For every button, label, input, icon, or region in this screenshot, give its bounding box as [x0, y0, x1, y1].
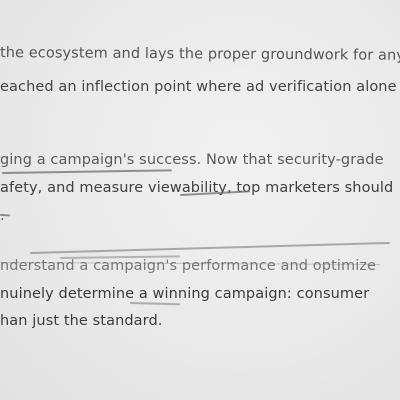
- text-line: nderstand a campaign's performance and o…: [0, 258, 377, 274]
- document-page: the ecosystem and lays the proper ground…: [0, 0, 400, 400]
- text-line: ging a campaign's success. Now that secu…: [0, 152, 384, 168]
- pen-strike-mark: [129, 302, 181, 305]
- text-line: the ecosystem and lays the proper ground…: [0, 45, 400, 64]
- pen-strike-mark: [1, 169, 172, 174]
- pen-strike-mark: [0, 214, 11, 216]
- text-line: han just the standard.: [0, 313, 163, 329]
- text-line: eached an inflection point where ad veri…: [0, 79, 397, 95]
- text-line: .: [0, 208, 5, 224]
- text-line: nuinely determine a winning campaign: co…: [0, 286, 370, 302]
- pen-strike-mark: [29, 241, 390, 254]
